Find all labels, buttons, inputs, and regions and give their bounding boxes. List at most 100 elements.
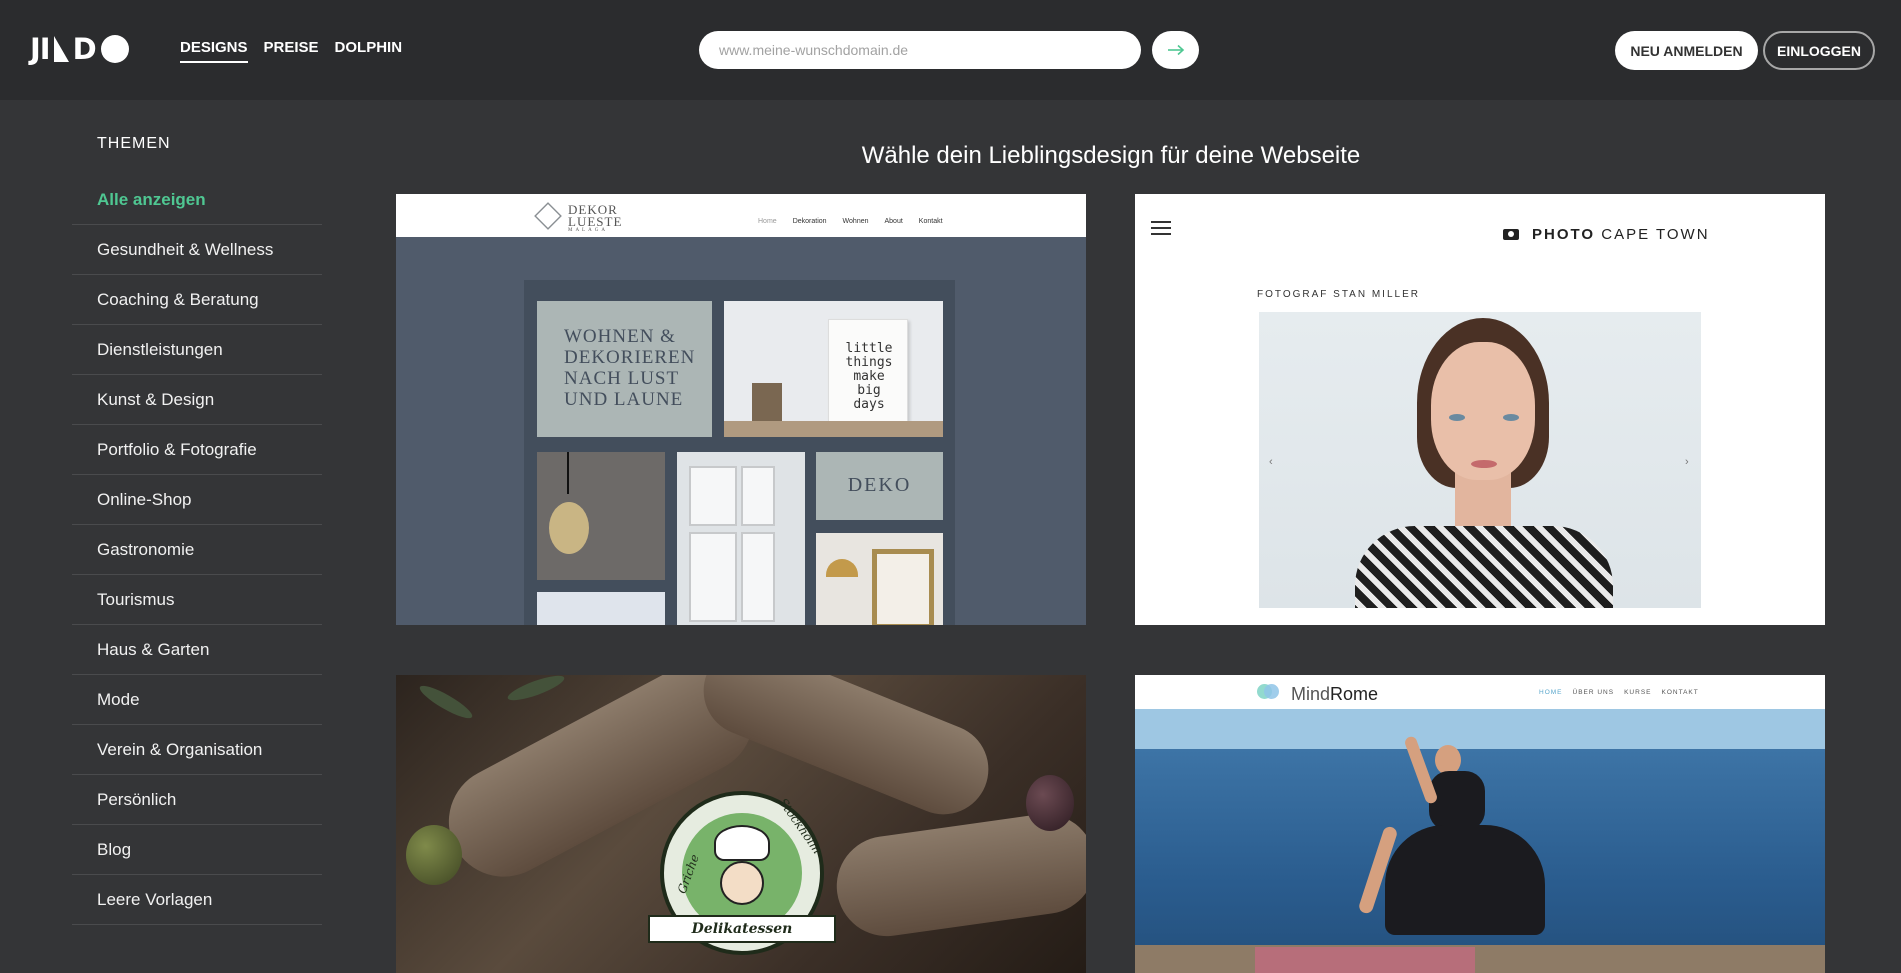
badge-ribbon: Delikatessen bbox=[648, 915, 836, 943]
preview-nav-item: Wohnen bbox=[842, 218, 869, 225]
nav-designs[interactable]: DESIGNS bbox=[180, 39, 248, 63]
domain-submit-button[interactable] bbox=[1152, 31, 1199, 69]
rock-image bbox=[1135, 945, 1825, 973]
preview-grid: WOHNEN & DEKORIEREN NACH LUST UND LAUNE … bbox=[524, 280, 955, 625]
category-item-gastronomy[interactable]: Gastronomie bbox=[72, 525, 322, 575]
category-item-home-garden[interactable]: Haus & Garten bbox=[72, 625, 322, 675]
domain-search-input[interactable] bbox=[699, 31, 1141, 69]
yoga-pants bbox=[1385, 825, 1545, 935]
design-card-delikatessen[interactable]: Griche Stockholm Delikatessen bbox=[396, 675, 1086, 973]
board-text: little things make big days bbox=[845, 341, 893, 412]
category-item-art[interactable]: Kunst & Design bbox=[72, 375, 322, 425]
tile-bulb-photo bbox=[537, 452, 665, 580]
category-item-coaching[interactable]: Coaching & Beratung bbox=[72, 275, 322, 325]
tile-headline: WOHNEN & DEKORIEREN NACH LUST UND LAUNE bbox=[537, 301, 712, 437]
preview-header: MindRome HOME ÜBER UNS KURSE KONTAKT bbox=[1135, 675, 1825, 709]
logo-m-shape bbox=[53, 36, 69, 62]
logo-circle bbox=[1264, 684, 1279, 699]
top-bar: JI D DESIGNS PREISE DOLPHIN NEU ANMELDEN… bbox=[0, 0, 1901, 100]
portrait-neck bbox=[1455, 472, 1511, 532]
preview-nav-item: Dekoration bbox=[792, 218, 827, 225]
category-item-portfolio[interactable]: Portfolio & Fotografie bbox=[72, 425, 322, 475]
design-card-dekor[interactable]: DEKOR LUESTE MALAGA Home Dekoration Wohn… bbox=[396, 194, 1086, 625]
books-image bbox=[752, 383, 782, 421]
design-card-photo-cape-town[interactable]: PHOTO CAPE TOWN FOTOGRAF STAN MILLER ‹ › bbox=[1135, 194, 1825, 625]
shelf-image bbox=[724, 421, 943, 437]
tile-deko: DEKO bbox=[816, 452, 943, 520]
olive-image bbox=[406, 825, 462, 885]
photo-brand: PHOTO CAPE TOWN bbox=[1532, 226, 1710, 243]
bulb-cord bbox=[567, 452, 569, 494]
category-item-personal[interactable]: Persönlich bbox=[72, 775, 322, 825]
chef-face-icon bbox=[720, 861, 764, 905]
category-item-blank[interactable]: Leere Vorlagen bbox=[72, 875, 322, 925]
preview-nav-item: ÜBER UNS bbox=[1572, 689, 1615, 696]
category-item-tourism[interactable]: Tourismus bbox=[72, 575, 322, 625]
preview-nav: Home Dekoration Wohnen About Kontakt bbox=[758, 218, 943, 225]
category-item-fashion[interactable]: Mode bbox=[72, 675, 322, 725]
preview-nav-item: Home bbox=[758, 218, 777, 225]
brand-bold: Rome bbox=[1330, 684, 1379, 704]
nav-preise[interactable]: PREISE bbox=[264, 39, 319, 63]
olive-image bbox=[1026, 775, 1074, 831]
window-pane bbox=[741, 532, 775, 622]
category-item-services[interactable]: Dienstleistungen bbox=[72, 325, 322, 375]
category-item-health[interactable]: Gesundheit & Wellness bbox=[72, 225, 322, 275]
category-item-all[interactable]: Alle anzeigen bbox=[72, 175, 322, 225]
tile-headline-text: WOHNEN & DEKORIEREN NACH LUST UND LAUNE bbox=[564, 326, 696, 410]
logo-ji: JI bbox=[30, 32, 51, 66]
preview-nav: HOME ÜBER UNS KURSE KONTAKT bbox=[1539, 689, 1699, 696]
register-button[interactable]: NEU ANMELDEN bbox=[1615, 31, 1758, 70]
design-card-mindrome[interactable]: MindRome HOME ÜBER UNS KURSE KONTAKT bbox=[1135, 675, 1825, 973]
login-button[interactable]: EINLOGGEN bbox=[1763, 31, 1875, 70]
brand-line2: LUESTE bbox=[568, 214, 623, 229]
mindrome-logo-icon bbox=[1257, 684, 1279, 700]
brand-bold: PHOTO bbox=[1532, 226, 1596, 243]
sky-image bbox=[1135, 709, 1825, 749]
window-pane bbox=[689, 466, 737, 526]
photographer-caption: FOTOGRAF STAN MILLER bbox=[1257, 289, 1420, 300]
tile-deko-text: DEKO bbox=[847, 474, 912, 496]
preview-nav-item: KONTAKT bbox=[1661, 689, 1699, 696]
jimdo-logo[interactable]: JI D bbox=[30, 32, 129, 66]
main-nav: DESIGNS PREISE DOLPHIN bbox=[180, 39, 402, 63]
preview-nav-item: KURSE bbox=[1624, 689, 1652, 696]
slider-next-icon: › bbox=[1685, 456, 1689, 468]
slider-prev-icon: ‹ bbox=[1269, 456, 1273, 468]
tile-shelf-photo: little things make big days bbox=[724, 301, 943, 437]
yoga-torso bbox=[1429, 771, 1485, 831]
logo-o-shape bbox=[100, 35, 129, 63]
nav-dolphin[interactable]: DOLPHIN bbox=[335, 39, 403, 63]
tile-lamp-photo bbox=[816, 533, 943, 625]
page-headline: Wähle dein Lieblingsdesign für deine Web… bbox=[861, 142, 1361, 169]
preview-header: DEKOR LUESTE MALAGA Home Dekoration Wohn… bbox=[396, 194, 1086, 237]
ornament-icon bbox=[534, 202, 562, 230]
preview-nav-item: About bbox=[884, 218, 903, 225]
brand-light: Mind bbox=[1291, 684, 1331, 704]
tile-pattern bbox=[537, 592, 665, 625]
portrait-shirt bbox=[1355, 526, 1613, 608]
picture-frame bbox=[872, 549, 934, 625]
lamp-icon bbox=[826, 559, 858, 577]
sidebar-title: THEMEN bbox=[97, 135, 171, 152]
portrait-eye bbox=[1503, 414, 1519, 421]
bulb-icon bbox=[549, 502, 589, 554]
chef-hat-icon bbox=[714, 825, 770, 861]
portrait-lips bbox=[1471, 460, 1497, 468]
tile-window-photo bbox=[677, 452, 805, 625]
category-list: Alle anzeigen Gesundheit & Wellness Coac… bbox=[72, 175, 322, 925]
category-item-shop[interactable]: Online-Shop bbox=[72, 475, 322, 525]
portrait-eye bbox=[1449, 414, 1465, 421]
preview-nav-item: HOME bbox=[1539, 689, 1563, 696]
camera-icon bbox=[1503, 229, 1519, 240]
hamburger-menu-icon bbox=[1151, 221, 1171, 235]
category-item-club[interactable]: Verein & Organisation bbox=[72, 725, 322, 775]
arrow-right-icon bbox=[1167, 44, 1184, 56]
preview-nav-item: Kontakt bbox=[918, 218, 943, 225]
yoga-mat-image bbox=[1255, 947, 1475, 973]
sign-board: little things make big days bbox=[828, 319, 908, 423]
logo-d: D bbox=[72, 32, 97, 66]
dekor-logo: DEKOR LUESTE MALAGA bbox=[534, 202, 694, 233]
window-pane bbox=[689, 532, 737, 622]
category-item-blog[interactable]: Blog bbox=[72, 825, 322, 875]
